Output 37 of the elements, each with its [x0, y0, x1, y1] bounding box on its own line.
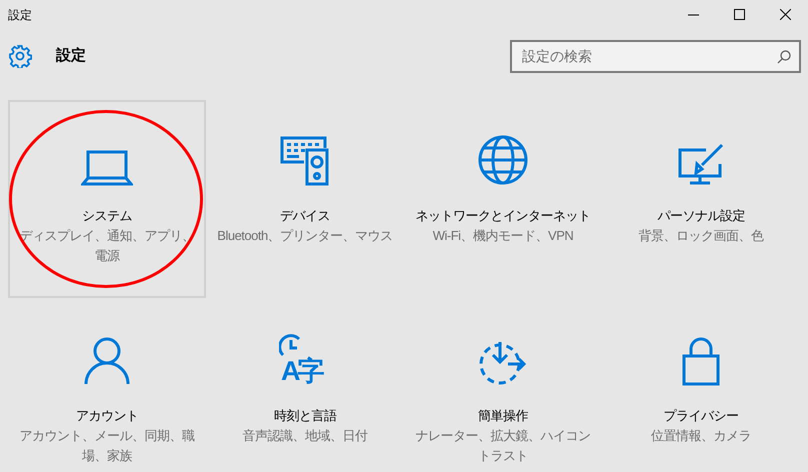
tile-description: 背景、ロック画面、色	[638, 227, 764, 245]
tile-description: ナレーター、拡大鏡、ハイコントラスト	[414, 427, 592, 465]
settings-tile[interactable]: A字 時刻と言語 音声認識、地域、日付	[206, 300, 404, 472]
settings-tile[interactable]: 簡単操作 ナレーター、拡大鏡、ハイコントラスト	[404, 300, 602, 472]
minimize-icon	[688, 14, 698, 16]
padlock-icon	[682, 336, 720, 386]
globe-icon	[477, 134, 529, 186]
settings-tile[interactable]: プライバシー 位置情報、カメラ	[602, 300, 800, 472]
window-title: 設定	[8, 6, 32, 24]
tile-title: アカウント	[76, 407, 138, 425]
monitor-brush-icon	[676, 142, 726, 186]
person-icon	[84, 336, 130, 386]
dashed-circle-arrow-icon	[478, 340, 528, 386]
tile-description: 位置情報、カメラ	[651, 427, 751, 445]
tile-title: プライバシー	[664, 407, 738, 425]
tile-title: ネットワークとインターネット	[416, 207, 590, 225]
tile-description: アカウント、メール、同期、職場、家族	[18, 427, 196, 465]
settings-tile[interactable]: ネットワークとインターネット Wi-Fi、機内モード、VPN	[404, 100, 602, 298]
tile-title: 時刻と言語	[274, 407, 336, 425]
settings-icon	[8, 44, 32, 68]
page-title: 設定	[56, 46, 86, 66]
tile-description: Wi-Fi、機内モード、VPN	[432, 227, 574, 245]
search-icon	[777, 50, 791, 64]
tile-title: パーソナル設定	[657, 207, 745, 225]
tile-description: 音声認識、地域、日付	[242, 427, 368, 445]
settings-tile[interactable]: デバイス Bluetooth、プリンター、マウス	[206, 100, 404, 298]
tile-description: Bluetooth、プリンター、マウス	[217, 227, 393, 245]
tile-title: 簡単操作	[478, 407, 528, 425]
tile-title: システム	[82, 207, 132, 225]
close-icon	[780, 9, 790, 20]
laptop-icon	[81, 150, 133, 186]
tile-title: デバイス	[280, 207, 330, 225]
settings-tile[interactable]: アカウント アカウント、メール、同期、職場、家族	[8, 300, 206, 472]
maximize-icon	[734, 9, 744, 20]
keyboard-speaker-icon	[280, 136, 330, 186]
settings-tile[interactable]: パーソナル設定 背景、ロック画面、色	[602, 100, 800, 298]
search-field[interactable]: 設定の検索	[510, 40, 801, 73]
